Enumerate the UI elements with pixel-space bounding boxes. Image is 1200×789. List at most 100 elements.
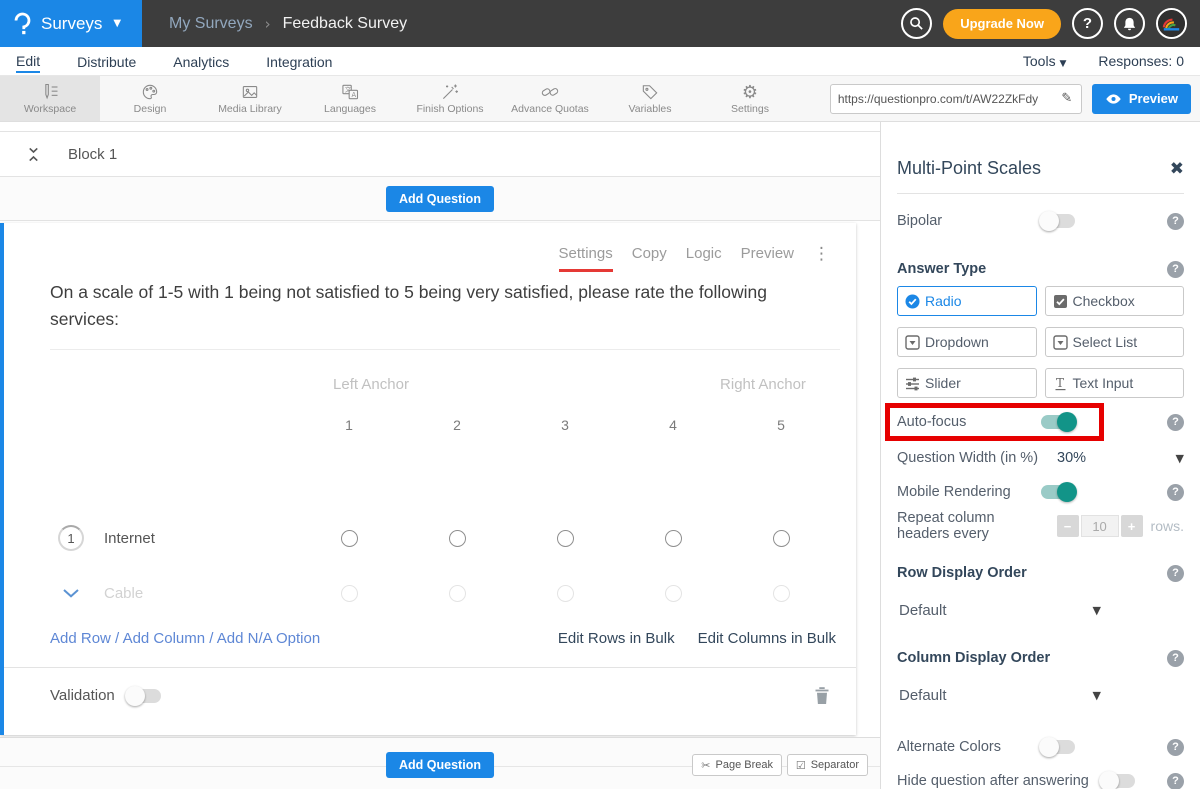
survey-canvas: Block 1 Add Question Settings Copy Logic…: [0, 122, 880, 789]
row-display-order-select[interactable]: Default ▼: [897, 598, 1103, 623]
separator-button[interactable]: ☑ Separator: [787, 754, 868, 776]
page-break-button[interactable]: ✂ Page Break: [692, 754, 782, 776]
question-tab-logic[interactable]: Logic: [686, 245, 722, 262]
answer-type-slider[interactable]: Slider: [897, 368, 1037, 398]
validation-toggle[interactable]: [127, 689, 161, 703]
radio-cable-1[interactable]: [341, 585, 358, 602]
add-na-option-link[interactable]: Add N/A Option: [217, 630, 320, 647]
tab-analytics[interactable]: Analytics: [173, 51, 229, 72]
left-anchor-label[interactable]: Left Anchor: [317, 376, 425, 393]
search-button[interactable]: [901, 8, 932, 39]
survey-url-input[interactable]: [831, 92, 1053, 106]
row-chevron-down-icon[interactable]: [62, 588, 80, 599]
repeat-headers-input[interactable]: [1081, 515, 1119, 537]
question-tab-preview[interactable]: Preview: [741, 245, 794, 262]
toolbar-item-variables[interactable]: Variables: [600, 76, 700, 121]
mobile-rendering-toggle[interactable]: [1041, 485, 1075, 499]
stepper-minus-button[interactable]: −: [1057, 515, 1079, 537]
row-display-help-icon[interactable]: ?: [1167, 565, 1184, 582]
right-anchor-label[interactable]: Right Anchor: [709, 376, 817, 393]
answer-type-help-icon[interactable]: ?: [1167, 261, 1184, 278]
toolbar-item-languages[interactable]: 文A Languages: [300, 76, 400, 121]
answer-type-dropdown[interactable]: Dropdown: [897, 327, 1037, 357]
alternate-colors-help-icon[interactable]: ?: [1167, 739, 1184, 756]
question-text[interactable]: On a scale of 1-5 with 1 being not satis…: [50, 223, 810, 333]
column-display-help-icon[interactable]: ?: [1167, 650, 1184, 667]
responses-count[interactable]: Responses: 0: [1098, 53, 1184, 69]
answer-type-radio[interactable]: Radio: [897, 286, 1037, 316]
toolbar-item-workspace[interactable]: Workspace: [0, 76, 100, 121]
question-card: Settings Copy Logic Preview ⋮ On a scale…: [0, 223, 856, 735]
header-actions: Upgrade Now ?: [901, 0, 1200, 47]
row-label-internet[interactable]: Internet: [104, 530, 155, 547]
hide-question-row: Hide question after answering ?: [897, 770, 1184, 789]
stepper-plus-button[interactable]: +: [1121, 515, 1143, 537]
breadcrumb-my-surveys[interactable]: My Surveys: [169, 15, 253, 33]
row-number-badge[interactable]: 1: [58, 525, 84, 551]
radio-internet-1[interactable]: [341, 530, 358, 547]
block-title[interactable]: Block 1: [68, 146, 117, 163]
select-list-box-icon: [1053, 335, 1068, 350]
row-label-cable[interactable]: Cable: [104, 585, 143, 602]
radio-internet-3[interactable]: [557, 530, 574, 547]
upgrade-now-button[interactable]: Upgrade Now: [943, 9, 1061, 39]
edit-columns-in-bulk-link[interactable]: Edit Columns in Bulk: [698, 630, 836, 647]
column-header[interactable]: 2: [403, 417, 511, 433]
edit-rows-in-bulk-link[interactable]: Edit Rows in Bulk: [558, 630, 675, 647]
question-more-menu-icon[interactable]: ⋮: [813, 247, 830, 261]
radio-internet-2[interactable]: [449, 530, 466, 547]
alternate-colors-toggle[interactable]: [1041, 740, 1075, 754]
toolbar-item-advance-quotas[interactable]: Advance Quotas: [500, 76, 600, 121]
radio-cable-2[interactable]: [449, 585, 466, 602]
question-width-caret-icon[interactable]: ▼: [1176, 452, 1184, 465]
workspace-icon: [40, 82, 60, 102]
hide-question-help-icon[interactable]: ?: [1167, 773, 1184, 789]
toolbar-item-design[interactable]: Design: [100, 76, 200, 121]
notifications-button[interactable]: [1114, 8, 1145, 39]
user-avatar[interactable]: [1156, 8, 1187, 39]
panel-title: Multi-Point Scales: [897, 158, 1041, 179]
autofocus-toggle[interactable]: [1041, 415, 1075, 429]
close-panel-icon[interactable]: ✖: [1170, 159, 1184, 179]
add-question-button-bottom[interactable]: Add Question: [386, 752, 494, 778]
radio-cable-3[interactable]: [557, 585, 574, 602]
autofocus-label: Auto-focus: [897, 414, 1041, 430]
radio-internet-5[interactable]: [773, 530, 790, 547]
bipolar-help-icon[interactable]: ?: [1167, 213, 1184, 230]
help-button[interactable]: ?: [1072, 8, 1103, 39]
question-width-value[interactable]: 30%: [1057, 450, 1086, 466]
bipolar-toggle[interactable]: [1041, 214, 1075, 228]
column-display-order-select[interactable]: Default ▼: [897, 683, 1103, 708]
edit-url-pencil-icon[interactable]: ✎: [1053, 91, 1081, 106]
question-tab-settings[interactable]: Settings: [559, 245, 613, 272]
collapse-block-icon[interactable]: [26, 146, 41, 163]
column-header[interactable]: 4: [619, 417, 727, 433]
tab-distribute[interactable]: Distribute: [77, 51, 136, 72]
answer-type-select-list[interactable]: Select List: [1045, 327, 1185, 357]
delete-question-trash-icon[interactable]: [814, 686, 830, 705]
repeat-headers-stepper: − +: [1057, 515, 1143, 537]
toolbar-item-settings[interactable]: ⚙ Settings: [700, 76, 800, 121]
add-column-link[interactable]: Add Column: [123, 630, 206, 647]
question-tab-copy[interactable]: Copy: [632, 245, 667, 262]
tab-edit[interactable]: Edit: [16, 50, 40, 73]
tools-menu[interactable]: Tools ▼: [1023, 53, 1067, 69]
column-header[interactable]: 3: [511, 417, 619, 433]
radio-cable-5[interactable]: [773, 585, 790, 602]
mobile-rendering-help-icon[interactable]: ?: [1167, 484, 1184, 501]
preview-button[interactable]: Preview: [1092, 84, 1191, 114]
product-switcher[interactable]: Surveys ▼: [0, 0, 142, 47]
radio-internet-4[interactable]: [665, 530, 682, 547]
add-row-link[interactable]: Add Row: [50, 630, 111, 647]
autofocus-help-icon[interactable]: ?: [1167, 414, 1184, 431]
column-header[interactable]: 5: [727, 417, 835, 433]
hide-question-toggle[interactable]: [1101, 774, 1135, 788]
toolbar-item-media-library[interactable]: Media Library: [200, 76, 300, 121]
toolbar-item-finish-options[interactable]: Finish Options: [400, 76, 500, 121]
answer-type-text-input[interactable]: T Text Input: [1045, 368, 1185, 398]
radio-cable-4[interactable]: [665, 585, 682, 602]
column-header[interactable]: 1: [295, 417, 403, 433]
tab-integration[interactable]: Integration: [266, 51, 332, 72]
add-question-button-top[interactable]: Add Question: [386, 186, 494, 212]
answer-type-checkbox[interactable]: Checkbox: [1045, 286, 1185, 316]
